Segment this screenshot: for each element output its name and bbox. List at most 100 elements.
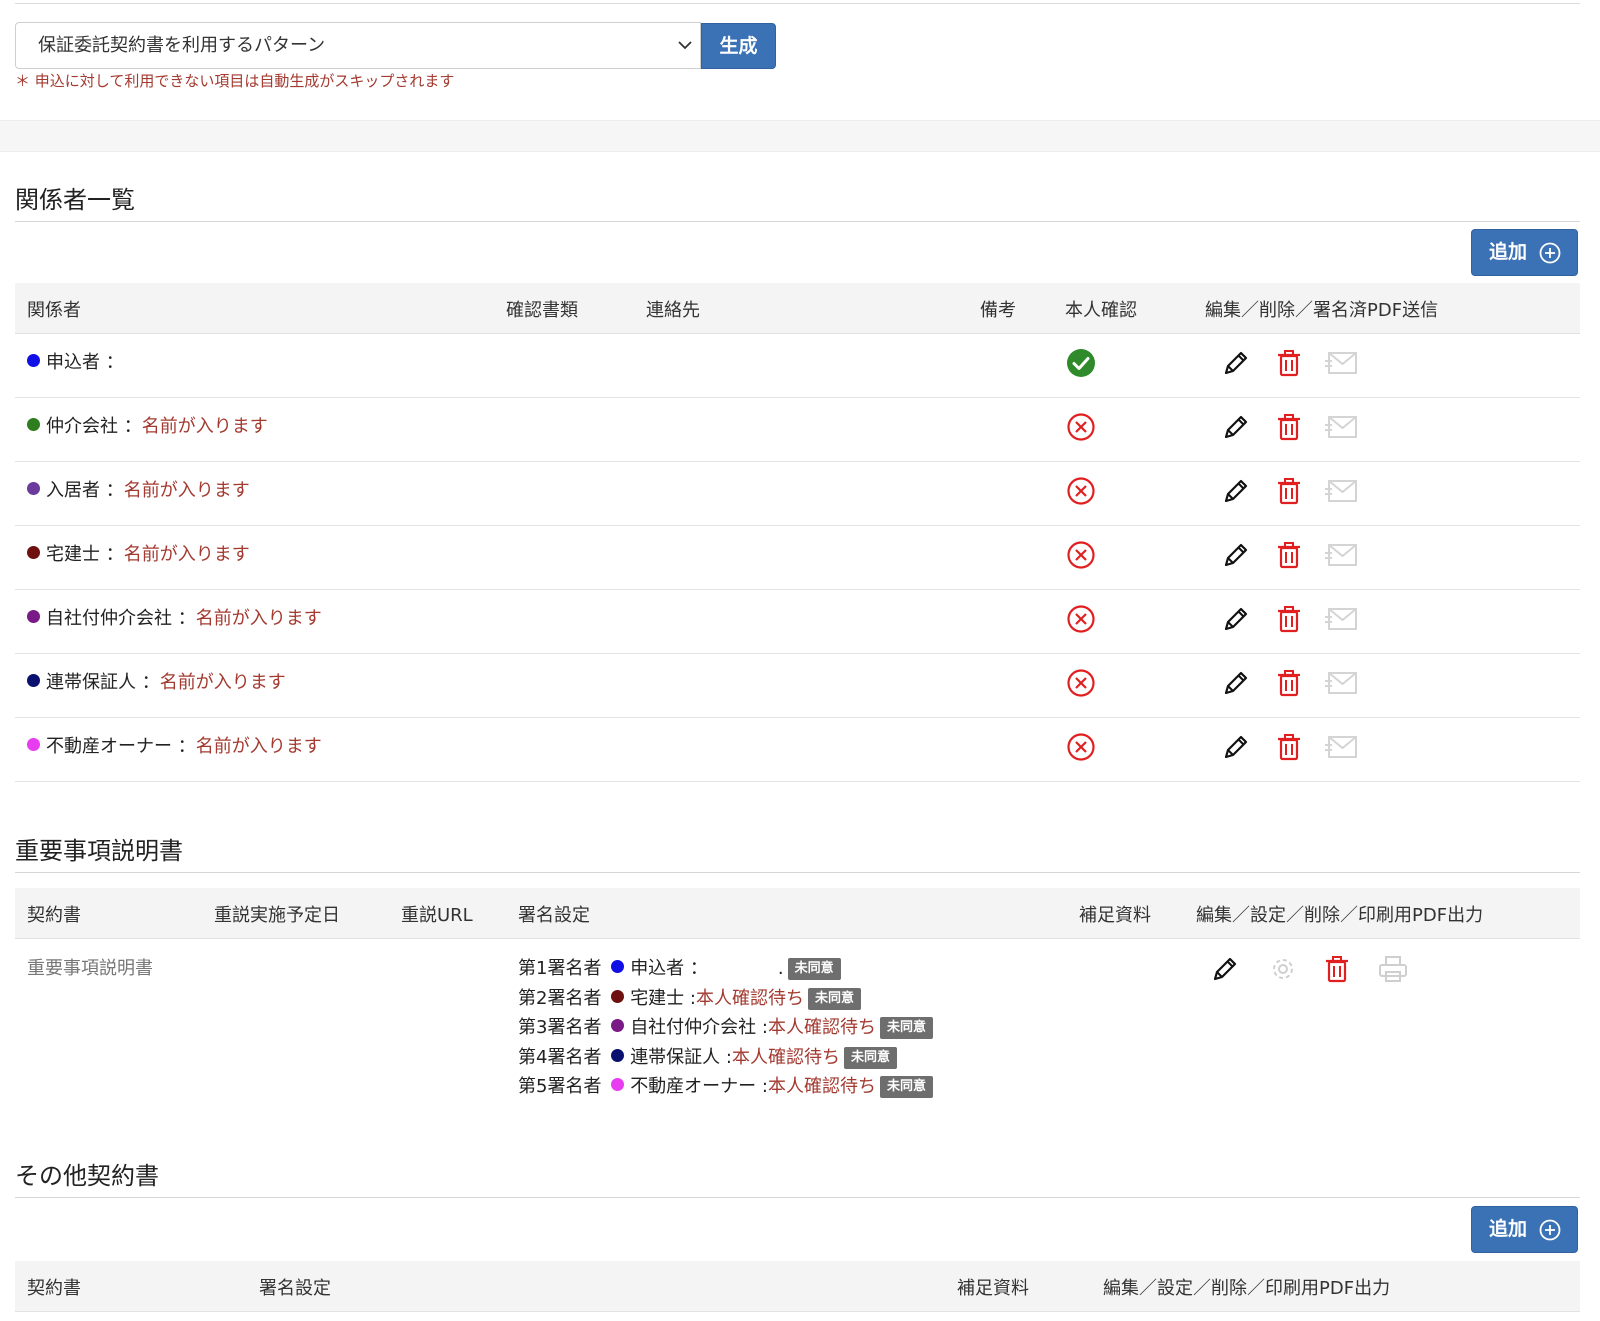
signer-role: 申込者	[630, 958, 685, 979]
party-separator: ：	[105, 352, 124, 373]
party-color-dot	[27, 546, 40, 559]
x-circle-icon	[1066, 604, 1096, 638]
signer-tail: .	[777, 958, 784, 979]
signer-role: 不動産オーナー	[630, 1076, 757, 1097]
party-name: 不動産オーナー ：名前が入ります	[27, 732, 322, 758]
signer-item: 第3署名者 自社付仲介会社 :本人確認待ち 未同意	[518, 1013, 934, 1043]
edit-icon[interactable]	[1221, 732, 1251, 766]
signer-item: 第2署名者 宅建士 :本人確認待ち 未同意	[518, 984, 933, 1014]
col-signature: 署名設定	[518, 905, 590, 926]
important-doc-name[interactable]: 重要事項説明書	[27, 954, 153, 980]
trash-icon[interactable]	[1274, 604, 1304, 638]
party-row: 宅建士 ：名前が入ります	[15, 526, 1580, 590]
trash-icon[interactable]	[1274, 668, 1304, 702]
party-role: 連帯保証人	[46, 672, 136, 693]
trash-icon[interactable]	[1274, 476, 1304, 510]
col-identity: 本人確認	[1065, 300, 1137, 321]
pattern-select-value: 保証委託契約書を利用するパターン	[38, 35, 326, 56]
trash-icon[interactable]	[1274, 732, 1304, 766]
x-circle-icon	[1066, 668, 1096, 702]
mail-icon[interactable]	[1324, 348, 1358, 382]
important-row: 重要事項説明書 第1署名者 申込者 ：. 未同意 第2署名者 宅建士 :本人確認待ち…	[15, 940, 1580, 1100]
mail-icon[interactable]	[1324, 476, 1358, 510]
consent-badge: 未同意	[787, 958, 841, 980]
plus-circle-icon	[1539, 242, 1561, 264]
party-role: 自社付仲介会社	[46, 608, 172, 629]
signer-order: 第1署名者	[518, 958, 602, 979]
important-title: 重要事項説明書	[15, 837, 183, 865]
add-party-label: 追加	[1489, 241, 1528, 263]
gear-icon[interactable]	[1268, 954, 1298, 988]
signer-order: 第5署名者	[518, 1076, 602, 1097]
signer-item: 第1署名者 申込者 ：. 未同意	[518, 954, 933, 984]
party-color-dot	[27, 738, 40, 751]
party-role: 不動産オーナー	[46, 736, 172, 757]
edit-icon[interactable]	[1221, 412, 1251, 446]
edit-icon[interactable]	[1221, 540, 1251, 574]
party-name: 仲介会社 ：名前が入ります	[27, 412, 268, 438]
edit-icon[interactable]	[1221, 476, 1251, 510]
trash-icon[interactable]	[1274, 412, 1304, 446]
party-separator: ：	[123, 416, 142, 437]
party-person-name: 名前が入ります	[195, 608, 322, 629]
party-color-dot	[27, 482, 40, 495]
parties-title: 関係者一覧	[15, 186, 135, 214]
party-separator: ：	[105, 480, 124, 501]
party-row: 仲介会社 ：名前が入ります	[15, 398, 1580, 462]
col-actions: 編集／削除／署名済PDF送信	[1205, 300, 1439, 321]
signer-color-dot	[611, 1078, 625, 1091]
add-party-button[interactable]: 追加	[1471, 229, 1578, 276]
generation-note: ＊ 申込に対して利用できない項目は自動生成がスキップされます	[15, 72, 455, 90]
col-other-contract: 契約書	[27, 1278, 81, 1299]
party-person-name: 名前が入ります	[123, 544, 250, 565]
section-band	[0, 120, 1600, 152]
mail-icon[interactable]	[1324, 412, 1358, 446]
party-separator: ：	[177, 608, 196, 629]
col-important-actions: 編集／設定／削除／印刷用PDF出力	[1196, 905, 1484, 926]
check-circle-icon	[1066, 348, 1096, 382]
party-row: 申込者 ：	[15, 334, 1580, 398]
party-person-name: 名前が入ります	[141, 416, 268, 437]
signer-item: 第5署名者 不動産オーナー :本人確認待ち 未同意	[518, 1072, 934, 1102]
signer-role: 連帯保証人	[630, 1046, 721, 1068]
consent-badge: 未同意	[808, 987, 862, 1010]
party-role: 宅建士	[46, 544, 100, 565]
trash-icon[interactable]	[1274, 348, 1304, 382]
trash-icon[interactable]	[1274, 540, 1304, 574]
party-name: 連帯保証人 ：名前が入ります	[27, 668, 286, 694]
pattern-select[interactable]: 保証委託契約書を利用するパターン	[15, 22, 701, 69]
signer-color-dot	[611, 989, 625, 1003]
signer-color-dot	[611, 1019, 625, 1032]
add-contract-button[interactable]: 追加	[1471, 1206, 1578, 1253]
signer-list: 第1署名者 申込者 ：. 未同意 第2署名者 宅建士 :本人確認待ち 未同意 第3署名者…	[518, 954, 934, 1102]
party-role: 仲介会社	[46, 416, 118, 437]
print-icon[interactable]	[1377, 954, 1409, 988]
mail-icon[interactable]	[1324, 604, 1358, 638]
party-row: 入居者 ：名前が入ります	[15, 462, 1580, 526]
signer-order: 第3署名者	[518, 1017, 602, 1038]
generate-button[interactable]: 生成	[701, 23, 776, 69]
x-circle-icon	[1066, 732, 1096, 766]
important-table-header: 契約書 重説実施予定日 重説URL 署名設定 補足資料 編集／設定／削除／印刷用…	[15, 888, 1580, 939]
mail-icon[interactable]	[1324, 732, 1358, 766]
party-color-dot	[27, 610, 40, 623]
edit-icon[interactable]	[1221, 604, 1251, 638]
party-color-dot	[27, 674, 40, 687]
signer-order: 第2署名者	[518, 987, 602, 1009]
col-contact: 連絡先	[646, 300, 700, 321]
signer-status: 本人確認待ち	[768, 1076, 876, 1097]
party-separator: ：	[177, 736, 196, 757]
edit-icon[interactable]	[1210, 954, 1240, 988]
trash-icon[interactable]	[1322, 954, 1352, 988]
x-circle-icon	[1066, 540, 1096, 574]
col-scheduled-date: 重説実施予定日	[214, 905, 340, 926]
party-separator: ：	[105, 544, 124, 565]
edit-icon[interactable]	[1221, 348, 1251, 382]
consent-badge: 未同意	[880, 1017, 934, 1039]
mail-icon[interactable]	[1324, 540, 1358, 574]
mail-icon[interactable]	[1324, 668, 1358, 702]
edit-icon[interactable]	[1221, 668, 1251, 702]
parties-divider	[15, 221, 1580, 222]
plus-circle-icon	[1539, 1219, 1561, 1241]
col-other-signature: 署名設定	[259, 1278, 331, 1299]
